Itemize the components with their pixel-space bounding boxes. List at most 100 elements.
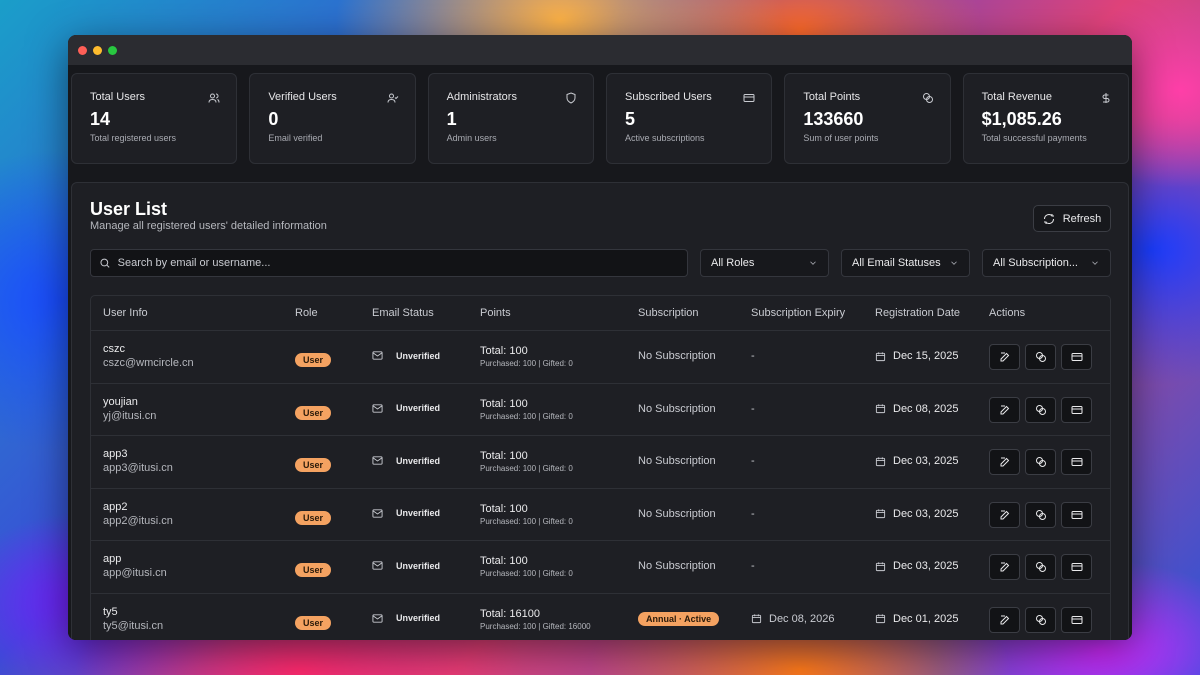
manage-subscription-button[interactable] xyxy=(1061,606,1092,633)
minimize-window-button[interactable] xyxy=(93,45,102,55)
role-badge: User xyxy=(295,510,332,525)
email-status-cell: Unverified xyxy=(372,613,440,624)
stat-card-total-points: Total Points 133660 Sum of user points xyxy=(784,73,951,164)
refresh-label: Refresh xyxy=(1062,212,1102,225)
search-icon xyxy=(100,258,110,268)
points-total: Total: 16100 xyxy=(480,607,540,620)
refresh-button[interactable]: Refresh xyxy=(1033,205,1111,232)
edit-user-button[interactable] xyxy=(989,449,1020,475)
subscription-cell: No Subscription xyxy=(638,508,716,520)
email-status-text: Unverified xyxy=(396,508,441,518)
subscription-expiry-cell: - xyxy=(751,350,755,362)
subscription-text: No Subscription xyxy=(638,455,716,467)
chevron-down-icon xyxy=(810,261,816,265)
subscription-filter-select[interactable]: All Subscription... xyxy=(982,249,1111,277)
manage-subscription-button[interactable] xyxy=(1061,554,1092,580)
role-badge: User xyxy=(295,458,332,472)
search-box[interactable] xyxy=(90,249,688,277)
stat-title: Verified Users xyxy=(268,91,337,103)
table-row: cszc cszc@wmcircle.cn User Unverified To… xyxy=(91,331,1110,384)
manage-points-button[interactable] xyxy=(1025,449,1056,475)
manage-points-button[interactable] xyxy=(1025,606,1056,633)
credit-card-icon xyxy=(1071,615,1082,624)
chevron-down-icon xyxy=(951,261,957,265)
points-cell: Total: 100 Purchased: 100 | Gifted: 0 xyxy=(480,450,573,473)
mail-icon xyxy=(372,351,383,360)
header-actions: Actions xyxy=(989,307,1026,319)
edit-user-button[interactable] xyxy=(989,554,1020,580)
role-badge: User xyxy=(295,615,332,630)
coins-icon xyxy=(1035,614,1046,625)
header-user-info: User Info xyxy=(103,307,148,319)
manage-subscription-button[interactable] xyxy=(1061,344,1092,370)
role-filter-value: All Roles xyxy=(711,257,755,269)
edit-user-button[interactable] xyxy=(989,344,1020,370)
manage-points-button[interactable] xyxy=(1025,554,1056,580)
dollar-icon xyxy=(1100,91,1112,103)
username: app3 xyxy=(103,448,128,460)
registration-date-cell: Dec 03, 2025 xyxy=(875,508,958,520)
points-detail: Purchased: 100 | Gifted: 0 xyxy=(480,569,573,578)
manage-points-button[interactable] xyxy=(1025,344,1056,370)
actions-cell xyxy=(989,449,1092,475)
points-detail: Purchased: 100 | Gifted: 0 xyxy=(480,516,573,526)
stat-subtitle: Active subscriptions xyxy=(624,133,705,143)
coins-icon xyxy=(922,91,934,103)
registration-date-text: Dec 03, 2025 xyxy=(893,560,959,572)
manage-points-button[interactable] xyxy=(1025,396,1056,423)
email-status-filter-select[interactable]: All Email Statuses xyxy=(841,249,970,277)
edit-user-button[interactable] xyxy=(989,501,1020,528)
stat-value: 133660 xyxy=(803,109,864,129)
subscription-expiry-cell: - xyxy=(751,560,755,572)
email-status-text: Unverified xyxy=(396,350,441,361)
points-cell: Total: 100 Purchased: 100 | Gifted: 0 xyxy=(480,398,573,421)
edit-user-button[interactable] xyxy=(989,396,1020,423)
user-info-cell: cszc cszc@wmcircle.cn xyxy=(103,343,194,369)
calendar-icon xyxy=(875,509,886,519)
manage-points-button[interactable] xyxy=(1025,501,1056,528)
points-cell: Total: 16100 Purchased: 100 | Gifted: 16… xyxy=(480,608,591,631)
points-detail: Purchased: 100 | Gifted: 0 xyxy=(480,411,573,421)
refresh-icon xyxy=(1043,213,1054,224)
subscription-cell: Annual · Active xyxy=(638,611,720,626)
email-status-cell: Unverified xyxy=(372,350,440,361)
users-icon xyxy=(208,91,220,103)
manage-subscription-button[interactable] xyxy=(1061,396,1092,423)
actions-cell xyxy=(989,501,1092,528)
stat-title: Total Revenue xyxy=(981,91,1052,103)
expiry-text: - xyxy=(751,402,755,415)
calendar-icon xyxy=(875,614,886,624)
subscription-cell: No Subscription xyxy=(638,350,716,362)
coins-icon xyxy=(1035,562,1046,572)
edit-icon xyxy=(1000,457,1009,467)
calendar-icon xyxy=(875,404,886,414)
mail-icon xyxy=(372,456,383,465)
manage-subscription-button[interactable] xyxy=(1061,449,1092,475)
manage-subscription-button[interactable] xyxy=(1061,501,1092,528)
table-row: app2 app2@itusi.cn User Unverified Total… xyxy=(91,489,1110,541)
edit-user-button[interactable] xyxy=(989,606,1020,633)
stat-card-subscribed-users: Subscribed Users 5 Active subscriptions xyxy=(605,73,773,164)
main-content: Total Users 14 Total registered users Ve… xyxy=(68,65,1132,640)
stat-value: $1,085.26 xyxy=(981,109,1062,129)
mail-icon xyxy=(372,403,383,413)
stat-card-total-users: Total Users 14 Total registered users xyxy=(71,73,238,164)
points-cell: Total: 100 Purchased: 100 | Gifted: 0 xyxy=(480,503,573,526)
points-total: Total: 100 xyxy=(480,345,528,357)
user-info-cell: app3 app3@itusi.cn xyxy=(103,448,173,474)
maximize-window-button[interactable] xyxy=(108,45,117,55)
points-total: Total: 100 xyxy=(480,397,528,410)
subscription-expiry-cell: - xyxy=(751,508,755,520)
stats-row: Total Users 14 Total registered users Ve… xyxy=(71,73,1129,164)
stat-subtitle: Admin users xyxy=(446,133,497,143)
points-total: Total: 100 xyxy=(480,555,528,567)
credit-card-icon xyxy=(1071,563,1082,571)
credit-card-icon xyxy=(1071,405,1082,414)
close-window-button[interactable] xyxy=(78,45,87,55)
shield-icon xyxy=(565,91,577,104)
user-info-cell: youjian yj@itusi.cn xyxy=(103,396,156,422)
credit-card-icon xyxy=(743,91,755,103)
search-input[interactable] xyxy=(117,257,687,269)
role-filter-select[interactable]: All Roles xyxy=(700,249,829,277)
user-email: cszc@wmcircle.cn xyxy=(103,357,194,369)
